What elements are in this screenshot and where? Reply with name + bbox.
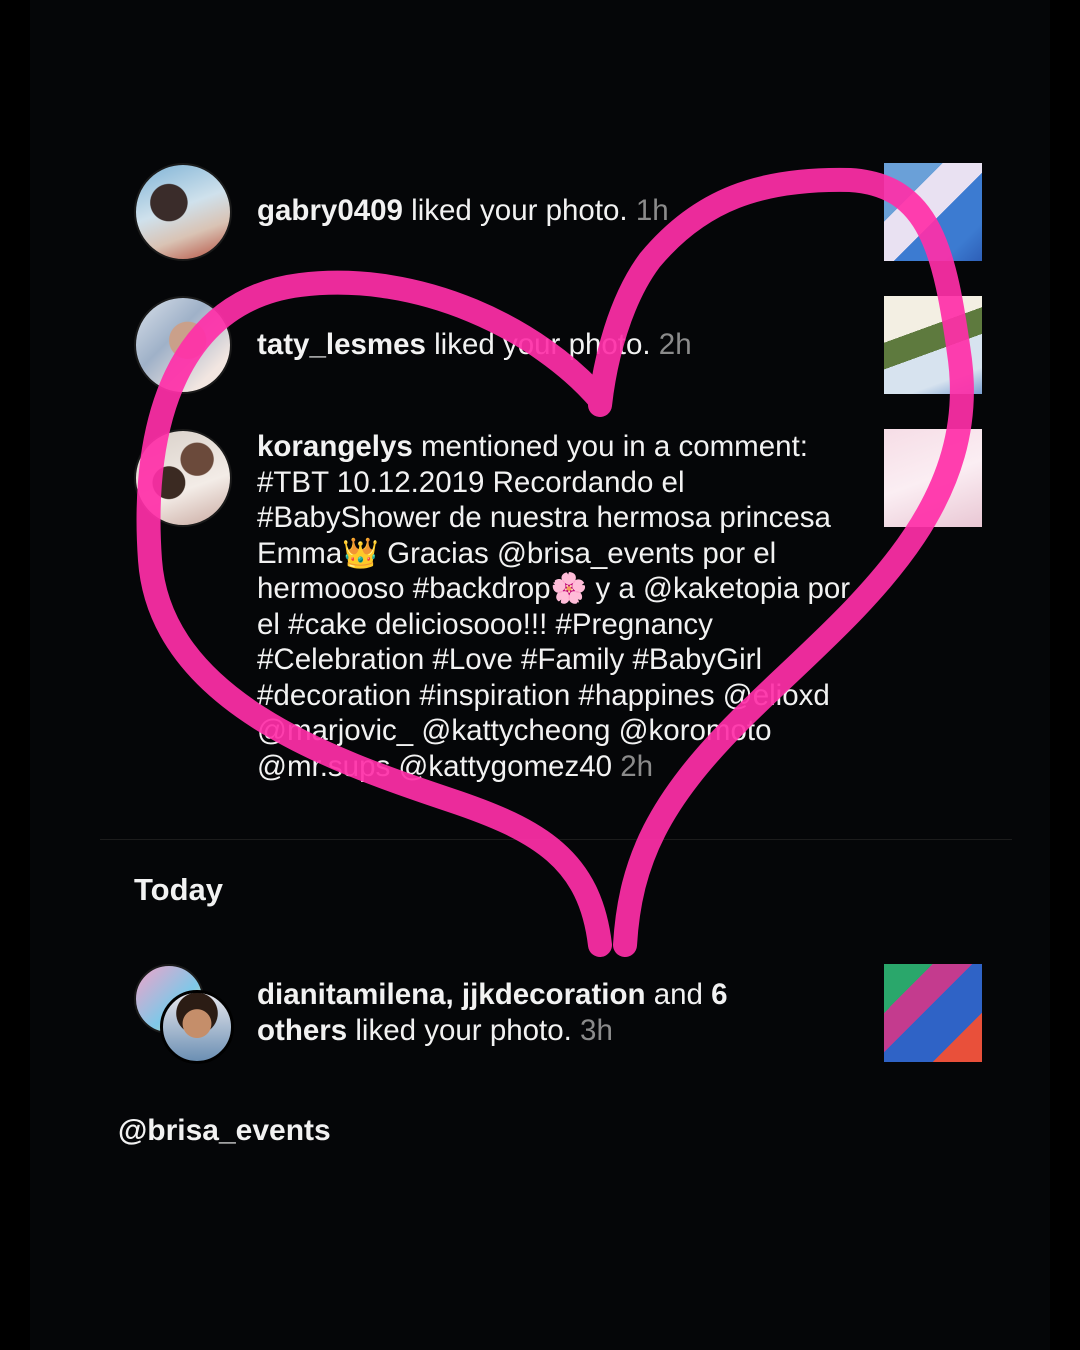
timestamp: 1h xyxy=(627,194,669,227)
notification-text: gabry0409 liked your photo. 1h xyxy=(257,193,857,229)
notification-action: liked your photo. xyxy=(347,1013,572,1047)
timestamp: 2h xyxy=(650,328,692,361)
user-avatar[interactable] xyxy=(134,163,232,261)
timestamp: 3h xyxy=(571,1013,613,1047)
post-thumbnail[interactable] xyxy=(884,296,982,394)
timestamp: 2h xyxy=(612,749,654,783)
usernames-link[interactable]: dianitamilena, jjkdecoration xyxy=(257,978,646,1011)
section-heading-today: Today xyxy=(134,872,223,907)
post-thumbnail[interactable] xyxy=(884,429,982,527)
username-link[interactable]: korangelys xyxy=(257,430,413,463)
account-handle-caption: @brisa_events xyxy=(118,1114,331,1147)
username-link[interactable]: taty_lesmes xyxy=(257,328,426,361)
user-avatar-front[interactable] xyxy=(160,990,234,1064)
notification-connector: and xyxy=(645,978,712,1011)
username-link[interactable]: gabry0409 xyxy=(257,194,403,227)
section-divider xyxy=(100,839,1012,840)
notification-action: liked your photo. xyxy=(425,328,651,361)
user-avatar[interactable] xyxy=(134,296,232,394)
post-thumbnail[interactable] xyxy=(884,964,982,1062)
notification-text: dianitamilena, jjkdecoration and 6 other… xyxy=(257,977,817,1048)
notification-action: mentioned you in a comment: #TBT 10.12.2… xyxy=(257,430,851,783)
notification-action: liked your photo. xyxy=(402,194,628,227)
notification-text: taty_lesmes liked your photo. 2h xyxy=(257,327,857,363)
post-thumbnail[interactable] xyxy=(884,163,982,261)
mention-comment-text: korangelys mentioned you in a comment: #… xyxy=(257,429,867,784)
user-avatar[interactable] xyxy=(134,429,232,527)
